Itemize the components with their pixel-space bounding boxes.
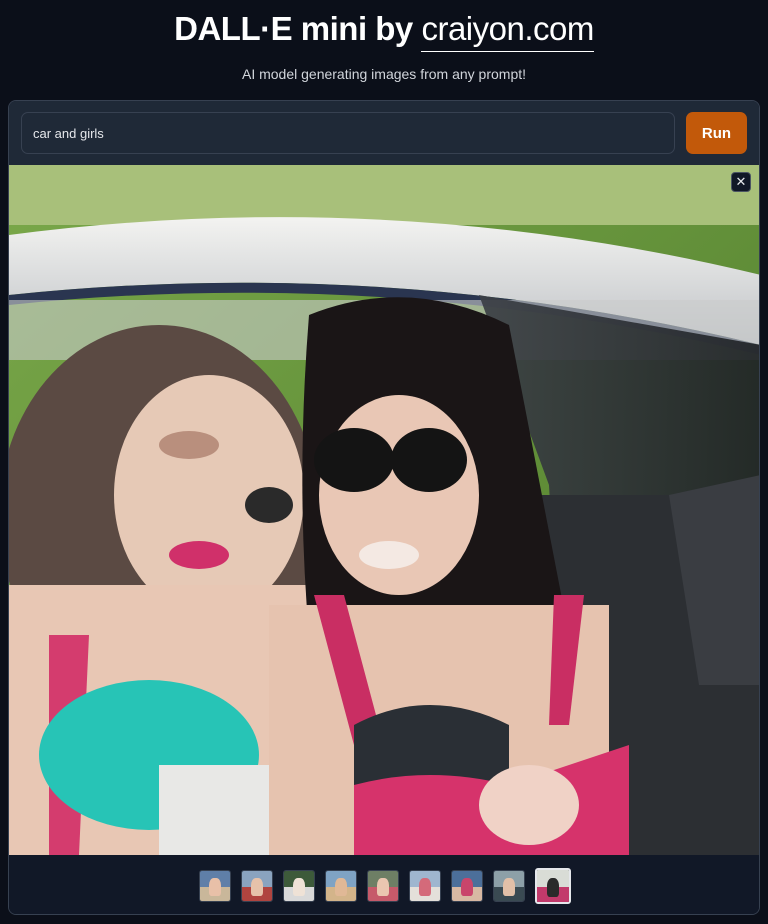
thumbnail-figure [293, 878, 305, 896]
craiyon-link[interactable]: craiyon.com [421, 10, 594, 52]
thumbnail-figure [461, 878, 473, 896]
thumbnail-6[interactable] [409, 869, 441, 902]
app-header: DALL·E mini by craiyon.com AI model gene… [0, 0, 768, 100]
thumbnail-strip [9, 855, 759, 914]
thumbnail-figure [503, 878, 515, 896]
prompt-row: Run [9, 101, 759, 165]
thumbnail-figure [335, 878, 347, 896]
thumbnail-9[interactable] [535, 867, 571, 904]
thumbnail-figure [419, 878, 431, 896]
thumbnail-1[interactable] [199, 869, 231, 902]
thumbnail-2[interactable] [241, 869, 273, 902]
page-title: DALL·E mini by craiyon.com [0, 10, 768, 52]
thumbnail-5[interactable] [367, 869, 399, 902]
run-button[interactable]: Run [686, 112, 747, 154]
thumbnail-4[interactable] [325, 869, 357, 902]
thumbnail-figure [209, 878, 221, 896]
generated-image-art [9, 165, 759, 855]
thumbnail-figure [377, 878, 389, 896]
close-button[interactable]: ✕ [731, 172, 751, 192]
page-subtitle: AI model generating images from any prom… [241, 66, 527, 82]
title-text: DALL·E mini by [174, 10, 422, 47]
thumbnail-figure [251, 878, 263, 896]
thumbnail-7[interactable] [451, 869, 483, 902]
thumbnail-8[interactable] [493, 869, 525, 902]
generator-panel: Run [8, 100, 760, 915]
thumbnail-figure [546, 877, 560, 897]
generated-image[interactable] [9, 165, 759, 855]
prompt-input[interactable] [21, 112, 675, 154]
thumbnail-3[interactable] [283, 869, 315, 902]
